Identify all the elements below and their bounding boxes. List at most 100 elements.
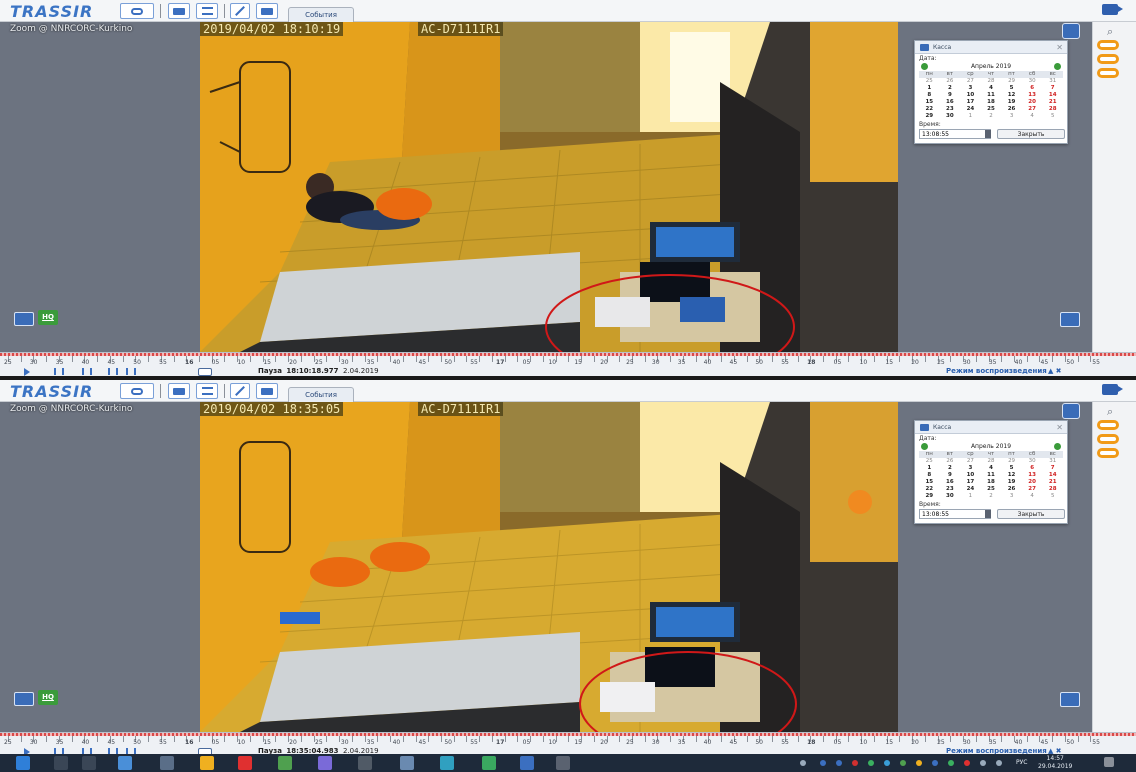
channel-slot-3[interactable] [1097, 68, 1119, 78]
calendar-day[interactable]: 27 [960, 78, 981, 85]
search-icon[interactable]: ⌕ [1107, 25, 1113, 39]
app-icon-7[interactable] [440, 756, 454, 770]
calendar-day[interactable]: 1 [960, 493, 981, 500]
tray-icon-3[interactable] [836, 760, 842, 766]
settings-button[interactable] [256, 3, 278, 19]
calendar-day[interactable]: 13 [1022, 92, 1043, 99]
tray-icon-11[interactable] [964, 760, 970, 766]
wand-button[interactable] [230, 3, 250, 19]
tray-icon-2[interactable] [820, 760, 826, 766]
time-input[interactable]: 13:08:55 [919, 129, 991, 139]
events-tab[interactable]: События [288, 7, 354, 22]
calendar-day[interactable]: 18 [981, 479, 1002, 486]
task-view-icon[interactable] [82, 756, 96, 770]
hq-button[interactable]: HQ [38, 690, 58, 705]
calendar-icon[interactable] [1060, 312, 1080, 327]
calendar-day[interactable]: 24 [960, 106, 981, 113]
camera-video[interactable]: 2019/04/02 18:35:05 AC-D7111IR1 [200, 402, 898, 732]
calendar-day[interactable]: 29 [919, 113, 940, 120]
calendar-day[interactable]: 11 [981, 92, 1002, 99]
calendar-day[interactable]: 19 [1001, 99, 1022, 106]
next-month-icon[interactable] [1054, 443, 1061, 450]
channel-slot-1[interactable] [1097, 40, 1119, 50]
calendar-day[interactable]: 11 [981, 472, 1002, 479]
calendar-day[interactable]: 10 [960, 92, 981, 99]
calendar-day[interactable]: 7 [1042, 465, 1063, 472]
events-tab[interactable]: События [288, 387, 354, 402]
layout-button[interactable] [168, 3, 190, 19]
calendar-day[interactable]: 4 [1022, 113, 1043, 120]
zoom-icon[interactable] [1062, 403, 1080, 419]
start-icon[interactable] [16, 756, 30, 770]
skip-start-icon[interactable] [54, 368, 64, 375]
calendar-day[interactable]: 28 [1042, 106, 1063, 113]
calendar-day[interactable]: 26 [940, 458, 961, 465]
app-icon-8[interactable] [482, 756, 496, 770]
month-label[interactable]: Апрель [971, 443, 994, 450]
yandex-icon[interactable] [238, 756, 252, 770]
year-label[interactable]: 2019 [996, 443, 1011, 450]
calendar-day[interactable]: 9 [940, 472, 961, 479]
time-input[interactable]: 13:08:55 [919, 509, 991, 519]
calendar-day[interactable]: 29 [1001, 458, 1022, 465]
close-icon[interactable]: ✕ [1056, 41, 1063, 54]
year-label[interactable]: 2019 [996, 63, 1011, 70]
close-icon[interactable]: ✕ [1056, 421, 1063, 434]
calendar-day[interactable]: 13 [1022, 472, 1043, 479]
calendar-day[interactable]: 20 [1022, 99, 1043, 106]
calendar-day[interactable]: 2 [940, 465, 961, 472]
skip-end-icon[interactable] [82, 368, 92, 375]
camera-icon[interactable] [1102, 384, 1123, 395]
calendar-day[interactable]: 4 [1022, 493, 1043, 500]
calendar-day[interactable]: 8 [919, 92, 940, 99]
calendar-day[interactable]: 31 [1042, 458, 1063, 465]
volume-icon[interactable] [996, 760, 1002, 766]
layout-button[interactable] [168, 383, 190, 399]
calendar-day[interactable]: 25 [919, 78, 940, 85]
clock[interactable]: 14:57 29.04.2019 [1038, 755, 1072, 771]
calendar-day[interactable]: 9 [940, 92, 961, 99]
tray-icon-9[interactable] [932, 760, 938, 766]
channel-slot-1[interactable] [1097, 420, 1119, 430]
time-spinner[interactable] [985, 510, 991, 518]
tray-icon-1[interactable] [800, 760, 806, 766]
search-icon[interactable]: ⌕ [1107, 405, 1113, 419]
calendar-day[interactable]: 10 [960, 472, 981, 479]
calendar-day[interactable]: 17 [960, 99, 981, 106]
calendar-day[interactable]: 27 [1022, 486, 1043, 493]
calendar-icon[interactable] [1060, 692, 1080, 707]
calendar-day[interactable]: 22 [919, 106, 940, 113]
hq-button[interactable]: HQ [38, 310, 58, 325]
calendar-day[interactable]: 18 [981, 99, 1002, 106]
calendar-day[interactable]: 28 [1042, 486, 1063, 493]
calendar-day[interactable]: 1 [919, 465, 940, 472]
close-button[interactable]: Закрыть [997, 509, 1065, 519]
calendar-day[interactable]: 14 [1042, 472, 1063, 479]
step-forward-icon[interactable] [126, 368, 136, 375]
calendar-day[interactable]: 27 [1022, 106, 1043, 113]
channel-slot-2[interactable] [1097, 54, 1119, 64]
calendar-day[interactable]: 5 [1042, 493, 1063, 500]
calendar-day[interactable]: 29 [919, 493, 940, 500]
camera-video[interactable]: 2019/04/02 18:10:19 AC-D7111IR1 [200, 22, 898, 352]
calendar-day[interactable]: 3 [960, 465, 981, 472]
screenshot-camera-icon[interactable] [14, 312, 34, 326]
calendar-day[interactable]: 1 [919, 85, 940, 92]
calendar-day[interactable]: 26 [1001, 486, 1022, 493]
calendar-day[interactable]: 30 [1022, 78, 1043, 85]
calendar-day[interactable]: 12 [1001, 92, 1022, 99]
calendar-day[interactable]: 17 [960, 479, 981, 486]
calendar-day[interactable]: 30 [940, 493, 961, 500]
calendar-day[interactable]: 28 [981, 78, 1002, 85]
calendar-day[interactable]: 5 [1001, 85, 1022, 92]
calendar-day[interactable]: 4 [981, 465, 1002, 472]
calendar-day[interactable]: 26 [940, 78, 961, 85]
app-icon-1[interactable] [118, 756, 132, 770]
prev-month-icon[interactable] [921, 443, 928, 450]
calendar-day[interactable]: 1 [960, 113, 981, 120]
calendar-day[interactable]: 30 [1022, 458, 1043, 465]
calendar-day[interactable]: 6 [1022, 85, 1043, 92]
tray-icon-7[interactable] [900, 760, 906, 766]
calendar-day[interactable]: 16 [940, 99, 961, 106]
mode-arrows-icon[interactable]: ▲ ✖ [1048, 367, 1061, 375]
